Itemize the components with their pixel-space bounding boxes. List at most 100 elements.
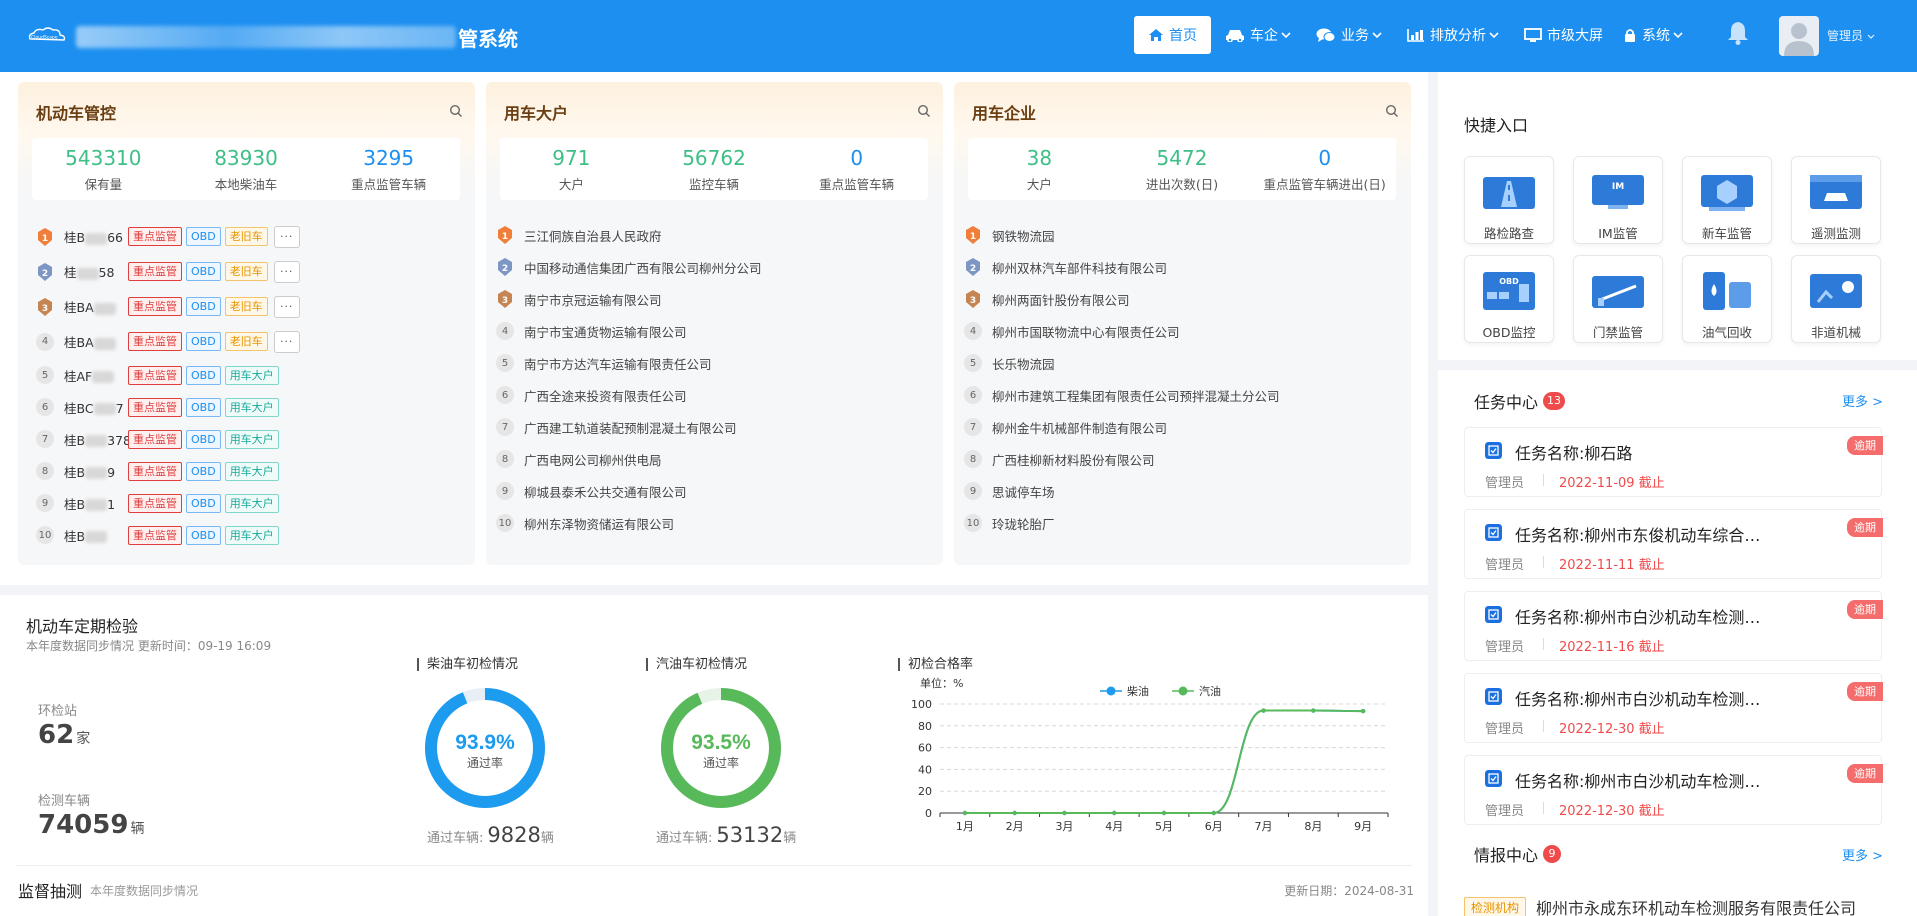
rank-number: 2	[502, 264, 508, 274]
vehicle-tag: 用车大户	[224, 525, 279, 545]
chevron-down-icon	[1489, 32, 1499, 39]
vehicle-row[interactable]: 2 桂 58 重点监管 OBD 老旧车 ···	[36, 254, 466, 289]
quick-entry-telemetry[interactable]: 遥测监测	[1791, 156, 1881, 244]
supervision-subtitle: 本年度数据同步情况	[90, 884, 199, 898]
vehicle-row[interactable]: 1 桂B 66 重点监管 OBD 老旧车 ···	[36, 219, 466, 254]
org-row[interactable]: 4 柳州市国联物流中心有限责任公司	[964, 315, 1404, 347]
divider	[16, 865, 1412, 866]
user-menu[interactable]: 管理员	[1827, 27, 1875, 44]
org-row[interactable]: 9 柳城县泰禾公共交通有限公司	[496, 475, 936, 507]
nav-emission-analysis[interactable]: 排放分析	[1397, 16, 1514, 54]
big-user-card: 用车大户 971 大户 56762 监控车辆 0 重点监管车辆 1 三江侗族自治县人民政…	[486, 82, 943, 565]
org-row[interactable]: 2 柳州双林汽车部件科技有限公司	[964, 251, 1404, 283]
nav-business[interactable]: 业务	[1306, 16, 1397, 54]
card-title: 机动车管控	[36, 104, 117, 123]
vehicle-row[interactable]: 9 桂B 1 重点监管 OBD 用车大户	[36, 487, 466, 519]
org-row[interactable]: 2 中国移动通信集团广西有限公司柳州分公司	[496, 251, 936, 283]
road-check-icon	[1483, 177, 1535, 209]
nav-system[interactable]: 系统	[1613, 16, 1698, 54]
more-button[interactable]: ···	[273, 260, 300, 283]
stat-key-vehicles[interactable]: 0 重点监管车辆	[785, 138, 928, 200]
rank-badge: 4	[496, 322, 514, 340]
org-row[interactable]: 6 广西全途来投资有限责任公司	[496, 379, 936, 411]
org-row[interactable]: 5 长乐物流园	[964, 347, 1404, 379]
search-icon[interactable]	[917, 104, 931, 118]
org-row[interactable]: 7 广西建工轨道装配预制混凝土有限公司	[496, 411, 936, 443]
x-tick-label: 8月	[1304, 820, 1322, 833]
vehicle-row[interactable]: 4 桂BA 重点监管 OBD 老旧车 ···	[36, 324, 466, 359]
nav-enterprise[interactable]: 车企	[1215, 16, 1306, 54]
stations-count: 62 家	[38, 720, 90, 750]
task-more-link[interactable]: 更多 >	[1842, 391, 1883, 410]
org-row[interactable]: 10 玲珑轮胎厂	[964, 507, 1404, 539]
task-card[interactable]: 任务名称:柳州市白沙机动车检测… 管理员 2022-12-30 截止 逾期	[1464, 755, 1883, 825]
task-card[interactable]: 任务名称:柳州市白沙机动车检测… 管理员 2022-11-16 截止 逾期	[1464, 591, 1883, 661]
stat-value: 38	[1026, 146, 1053, 170]
quick-entry-road-check[interactable]: 路检路查	[1464, 156, 1554, 244]
data-point	[1012, 810, 1017, 816]
machinery-icon	[1810, 274, 1862, 308]
nav-city-screen[interactable]: 市级大屏	[1514, 16, 1613, 54]
vehicle-row[interactable]: 3 桂BA 重点监管 OBD 老旧车 ···	[36, 289, 466, 324]
stat-key-vehicles[interactable]: 3295 重点监管车辆	[317, 138, 460, 200]
task-card[interactable]: 任务名称:柳州市东俊机动车综合… 管理员 2022-11-11 截止 逾期	[1464, 509, 1883, 579]
more-button[interactable]: ···	[273, 330, 300, 353]
vehicle-row[interactable]: 5 桂AF 重点监管 OBD 用车大户	[36, 359, 466, 391]
card-title: 用车大户	[504, 104, 569, 123]
nav-home[interactable]: 首页	[1134, 16, 1211, 54]
stat-key-entries[interactable]: 0 重点监管车辆进出(日)	[1253, 138, 1396, 200]
plate-number: 桂BA	[64, 297, 124, 316]
org-row[interactable]: 6 柳州市建筑工程集团有限责任公司预拌混凝土分公司	[964, 379, 1404, 411]
task-deadline: 2022-12-30 截止	[1559, 722, 1665, 737]
rank-badge: 4	[964, 322, 982, 340]
org-row[interactable]: 5 南宁市方达汽车运输有限责任公司	[496, 347, 936, 379]
more-button[interactable]: ···	[273, 295, 300, 318]
nav-enterprise-label: 车企	[1250, 28, 1278, 44]
bell-icon[interactable]	[1726, 20, 1750, 46]
org-row[interactable]: 3 柳州两面针股份有限公司	[964, 283, 1404, 315]
quick-entry-oil-gas[interactable]: 油气回收	[1682, 255, 1772, 343]
quick-entry-new-car[interactable]: 新车监管	[1682, 156, 1772, 244]
org-row[interactable]: 1 钢铁物流园	[964, 219, 1404, 251]
plate-redaction	[85, 499, 108, 511]
org-row[interactable]: 9 思诚停车场	[964, 475, 1404, 507]
task-card[interactable]: 任务名称:柳州市白沙机动车检测… 管理员 2022-12-30 截止 逾期	[1464, 673, 1883, 743]
quick-entry-machinery[interactable]: 非道机械	[1791, 255, 1881, 343]
vehicle-tag: 老旧车	[224, 262, 268, 281]
intel-item[interactable]: 检测机构 柳州市永成东环机动车检测服务有限责任公司	[1464, 895, 1856, 916]
rank-number: 1	[502, 232, 508, 242]
org-row[interactable]: 1 三江侗族自治县人民政府	[496, 219, 936, 251]
vehicle-tag: OBD	[186, 297, 221, 316]
stats-bar: 38 大户 5472 进出次数(日) 0 重点监管车辆进出(日)	[968, 138, 1396, 200]
org-name: 柳城县泰禾公共交通有限公司	[524, 484, 687, 500]
pass-value: 9828	[487, 823, 541, 847]
more-button[interactable]: ···	[273, 225, 300, 248]
org-row[interactable]: 8 广西桂柳新材料股份有限公司	[964, 443, 1404, 475]
org-row[interactable]: 8 广西电网公司柳州供电局	[496, 443, 936, 475]
data-point	[962, 810, 968, 816]
intel-tag: 检测机构	[1464, 896, 1527, 916]
intel-more-link[interactable]: 更多 >	[1842, 845, 1883, 864]
vehicle-tag: 用车大户	[224, 429, 279, 449]
vehicle-row[interactable]: 7 桂B 378 重点监管 OBD 用车大户	[36, 423, 466, 455]
stat-label: 监控车辆	[689, 177, 740, 192]
vehicle-row[interactable]: 8 桂B 9 重点监管 OBD 用车大户	[36, 455, 466, 487]
quick-entry-label: 遥测监测	[1810, 226, 1861, 241]
org-row[interactable]: 10 柳州东泽物资储运有限公司	[496, 507, 936, 539]
separator	[1543, 720, 1544, 732]
avatar[interactable]	[1779, 16, 1819, 56]
org-row[interactable]: 4 南宁市宝通货物运输有限公司	[496, 315, 936, 347]
task-card[interactable]: 任务名称:柳石路 管理员 2022-11-09 截止 逾期	[1464, 427, 1883, 497]
quick-entry-obd[interactable]: OBD OBD监控	[1464, 255, 1554, 343]
vehicle-row[interactable]: 10 桂B 重点监管 OBD 用车大户	[36, 519, 466, 551]
org-row[interactable]: 7 柳州金牛机械部件制造有限公司	[964, 411, 1404, 443]
search-icon[interactable]	[449, 104, 463, 118]
quick-entry-label: 新车监管	[1701, 226, 1752, 241]
chevron-down-icon	[1281, 32, 1291, 39]
search-icon[interactable]	[1385, 104, 1399, 118]
quick-entry-gate[interactable]: 门禁监管	[1573, 255, 1663, 343]
vehicle-row[interactable]: 6 桂BC 7 重点监管 OBD 用车大户	[36, 391, 466, 423]
quick-entry-im-monitor[interactable]: IM IM监管	[1573, 156, 1663, 244]
org-row[interactable]: 3 南宁市京冠运输有限公司	[496, 283, 936, 315]
gasoline-pass-ring: 93.5% 通过率	[661, 688, 781, 808]
